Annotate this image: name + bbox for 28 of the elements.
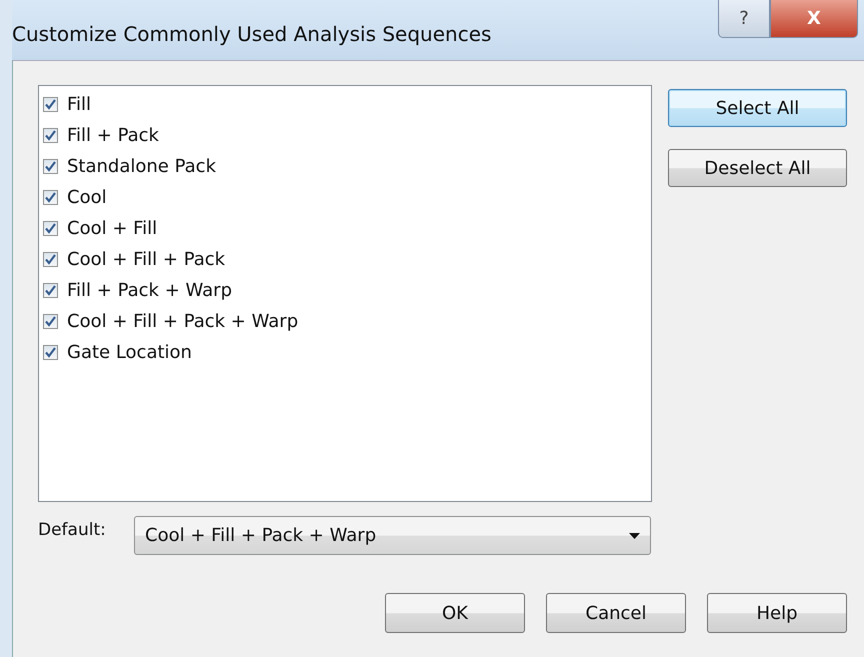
checkbox[interactable] <box>43 314 58 329</box>
checkbox[interactable] <box>43 283 58 298</box>
help-button[interactable]: Help <box>707 593 847 633</box>
sequence-label: Fill <box>67 94 92 115</box>
checkbox[interactable] <box>43 345 58 360</box>
default-dropdown[interactable]: Cool + Fill + Pack + Warp <box>134 516 651 555</box>
checkbox[interactable] <box>43 221 58 236</box>
checkbox[interactable] <box>43 128 58 143</box>
sequence-label: Cool + Fill + Pack <box>67 249 226 270</box>
sequence-label: Fill + Pack + Warp <box>67 280 232 301</box>
window-title: Customize Commonly Used Analysis Sequences <box>12 22 492 46</box>
cancel-button[interactable]: Cancel <box>546 593 686 633</box>
sequence-label: Cool + Fill + Pack + Warp <box>67 311 298 332</box>
checkbox[interactable] <box>43 159 58 174</box>
default-label: Default: <box>38 519 107 540</box>
sequence-label: Cool + Fill <box>67 218 158 239</box>
select-all-button[interactable]: Select All <box>668 89 847 127</box>
sequence-label: Cool <box>67 187 107 208</box>
dropdown-arrow-icon <box>629 532 640 538</box>
checkbox[interactable] <box>43 190 58 205</box>
sequence-label: Gate Location <box>67 342 192 363</box>
ok-button[interactable]: OK <box>385 593 525 633</box>
help-button[interactable]: ? <box>718 0 770 38</box>
sequence-label: Fill + Pack <box>67 125 159 146</box>
sequence-label: Standalone Pack <box>67 156 216 177</box>
deselect-all-button[interactable]: Deselect All <box>668 149 847 187</box>
checkbox[interactable] <box>43 252 58 267</box>
checkbox[interactable] <box>43 97 58 112</box>
